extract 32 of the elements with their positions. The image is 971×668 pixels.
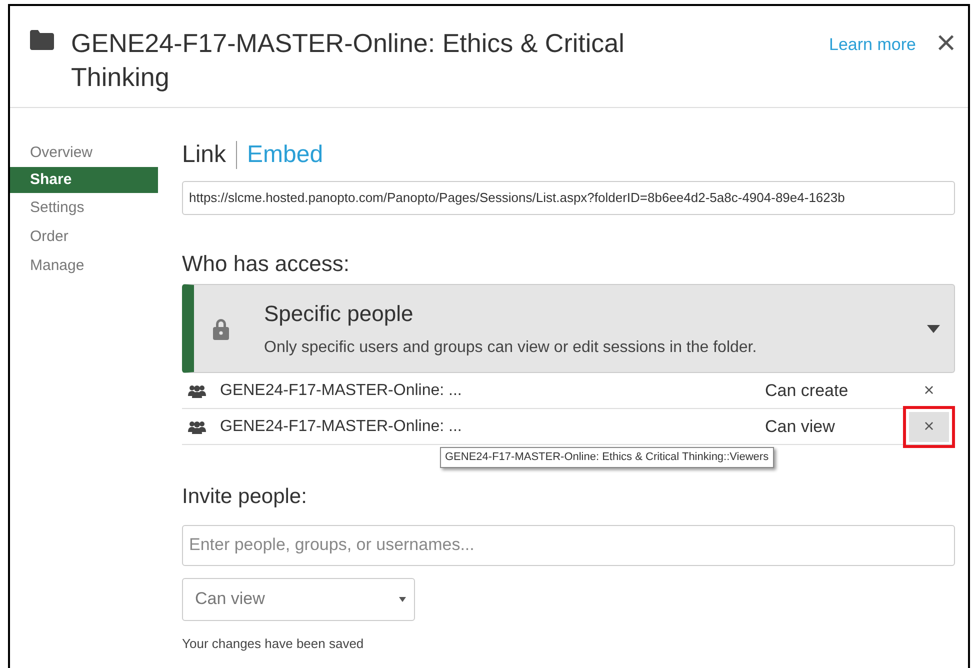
access-description: Only specific users and groups can view or edit sessions in the folder. bbox=[264, 338, 757, 358]
close-button[interactable]: × bbox=[936, 26, 956, 60]
learn-more-link[interactable]: Learn more bbox=[829, 32, 916, 58]
access-heading: Who has access: bbox=[182, 250, 351, 278]
sidebar-item[interactable]: Share bbox=[10, 167, 158, 193]
invite-heading: Invite people: bbox=[182, 484, 308, 510]
folder-icon bbox=[30, 30, 54, 50]
lock-icon bbox=[212, 318, 230, 340]
access-role: Can view bbox=[765, 416, 836, 438]
people-icon bbox=[188, 384, 206, 398]
access-name: GENE24-F17-MASTER-Online: ... bbox=[220, 418, 462, 436]
sidebar-item[interactable]: Order bbox=[10, 222, 158, 251]
remove-button[interactable]: × bbox=[909, 412, 949, 442]
save-status: Your changes have been saved bbox=[182, 634, 365, 653]
access-name: GENE24-F17-MASTER-Online: ... bbox=[220, 382, 462, 400]
invite-field[interactable]: Enter people, groups, or usernames... bbox=[182, 524, 955, 566]
sidebar-item[interactable]: Overview bbox=[10, 138, 158, 167]
sidebar-item[interactable]: Manage bbox=[10, 251, 158, 280]
tooltip: GENE24-F17-MASTER-Online: Ethics & Critical Thinking::Viewers bbox=[440, 447, 774, 468]
caret-icon bbox=[399, 596, 406, 602]
caret-icon bbox=[927, 324, 940, 332]
sidebar-item[interactable]: Settings bbox=[10, 193, 158, 222]
link-field[interactable]: https://slcme.hosted.panopto.com/Panopto/Pages/Sessions/List.aspx?folderID=8b6ee4d2-5a8c-4904-89e4-1623b bbox=[182, 181, 955, 215]
share-tab[interactable]: Link bbox=[182, 137, 226, 173]
permission-select[interactable]: Can view bbox=[182, 578, 415, 620]
access-role: Can create bbox=[765, 380, 850, 402]
remove-button[interactable]: × bbox=[909, 376, 949, 406]
share-tab[interactable]: Embed bbox=[247, 137, 324, 173]
access-selector[interactable]: Specific people Only specific users and groups can view or edit sessions in the folder. bbox=[182, 284, 955, 373]
access-title: Specific people bbox=[264, 300, 414, 328]
people-icon bbox=[188, 420, 206, 434]
dialog-title: GENE24-F17-MASTER-Online: Ethics & Critical Thinking bbox=[71, 27, 626, 94]
